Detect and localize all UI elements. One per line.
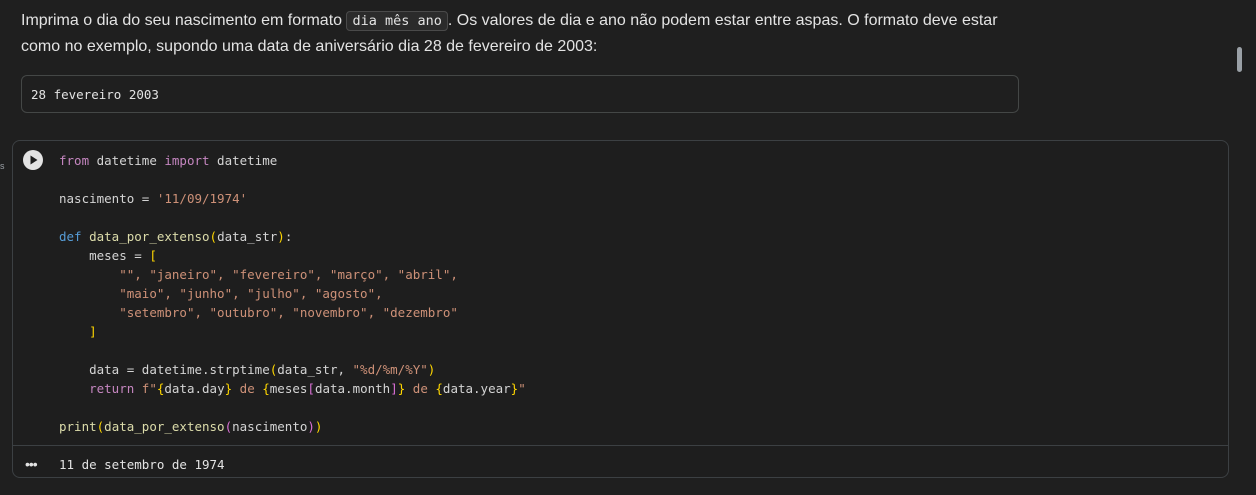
months-row-3: "setembro", "outubro", "novembro", "deze… [119, 305, 458, 320]
play-icon [30, 155, 38, 165]
class-name: datetime [209, 153, 278, 168]
function-name: data_por_extenso [89, 229, 210, 244]
expr-year: data.year [442, 381, 511, 396]
markdown-cell: Imprima o dia do seu nascimento em forma… [21, 8, 1031, 60]
strptime-args: data_str, [277, 362, 353, 377]
kw-return: return [89, 381, 135, 396]
instruction-text: Imprima o dia do seu nascimento em forma… [21, 8, 1031, 60]
fstring-de-2: de [405, 381, 436, 396]
run-button[interactable] [23, 150, 43, 170]
fstring-de-1: de [232, 381, 263, 396]
code-editor[interactable]: from datetime import datetime nascimento… [59, 151, 526, 436]
months-row-2: "maio", "junho", "julho", "agosto", [119, 286, 383, 301]
output-text: 11 de setembro de 1974 [59, 457, 225, 472]
more-horiz-icon[interactable]: ••• [25, 456, 38, 472]
code-cell[interactable]: from datetime import datetime nascimento… [12, 140, 1229, 478]
param-name: data_str [217, 229, 278, 244]
scrollbar-thumb[interactable] [1237, 47, 1242, 72]
var-nascimento: nascimento [59, 191, 135, 206]
var-meses: meses [89, 248, 127, 263]
example-code: 28 fevereiro 2003 [31, 87, 159, 102]
var-data: data [89, 362, 120, 377]
instruction-part1: Imprima o dia do seu nascimento em forma… [21, 12, 347, 29]
module-name: datetime [89, 153, 165, 168]
expr-month: data.month [314, 381, 391, 396]
instruction-line2: como no exemplo, supondo uma data de ani… [21, 38, 598, 55]
format-string: "%d/%m/%Y" [352, 362, 428, 377]
months-row-1: "", "janeiro", "fevereiro", "março", "ab… [119, 267, 458, 282]
output-area: ••• 11 de setembro de 1974 [13, 445, 1228, 479]
strptime-call: datetime.strptime [141, 362, 270, 377]
kw-def: def [59, 229, 82, 244]
fstring-end: " [518, 381, 526, 396]
function-call: data_por_extenso [104, 419, 225, 434]
fstring-start: f" [141, 381, 157, 396]
kw-from: from [59, 153, 90, 168]
left-marker: s [0, 161, 5, 171]
inline-code: dia mês ano [346, 11, 448, 31]
op-assign: = [134, 191, 157, 206]
date-string: '11/09/1974' [156, 191, 248, 206]
instruction-part2: . Os valores de dia e ano não podem esta… [447, 12, 998, 29]
example-code-block: 28 fevereiro 2003 [21, 75, 1019, 113]
expr-meses: meses [269, 381, 308, 396]
expr-day: data.day [164, 381, 225, 396]
call-arg: nascimento [232, 419, 308, 434]
print-call: print [59, 419, 97, 434]
kw-import: import [164, 153, 210, 168]
